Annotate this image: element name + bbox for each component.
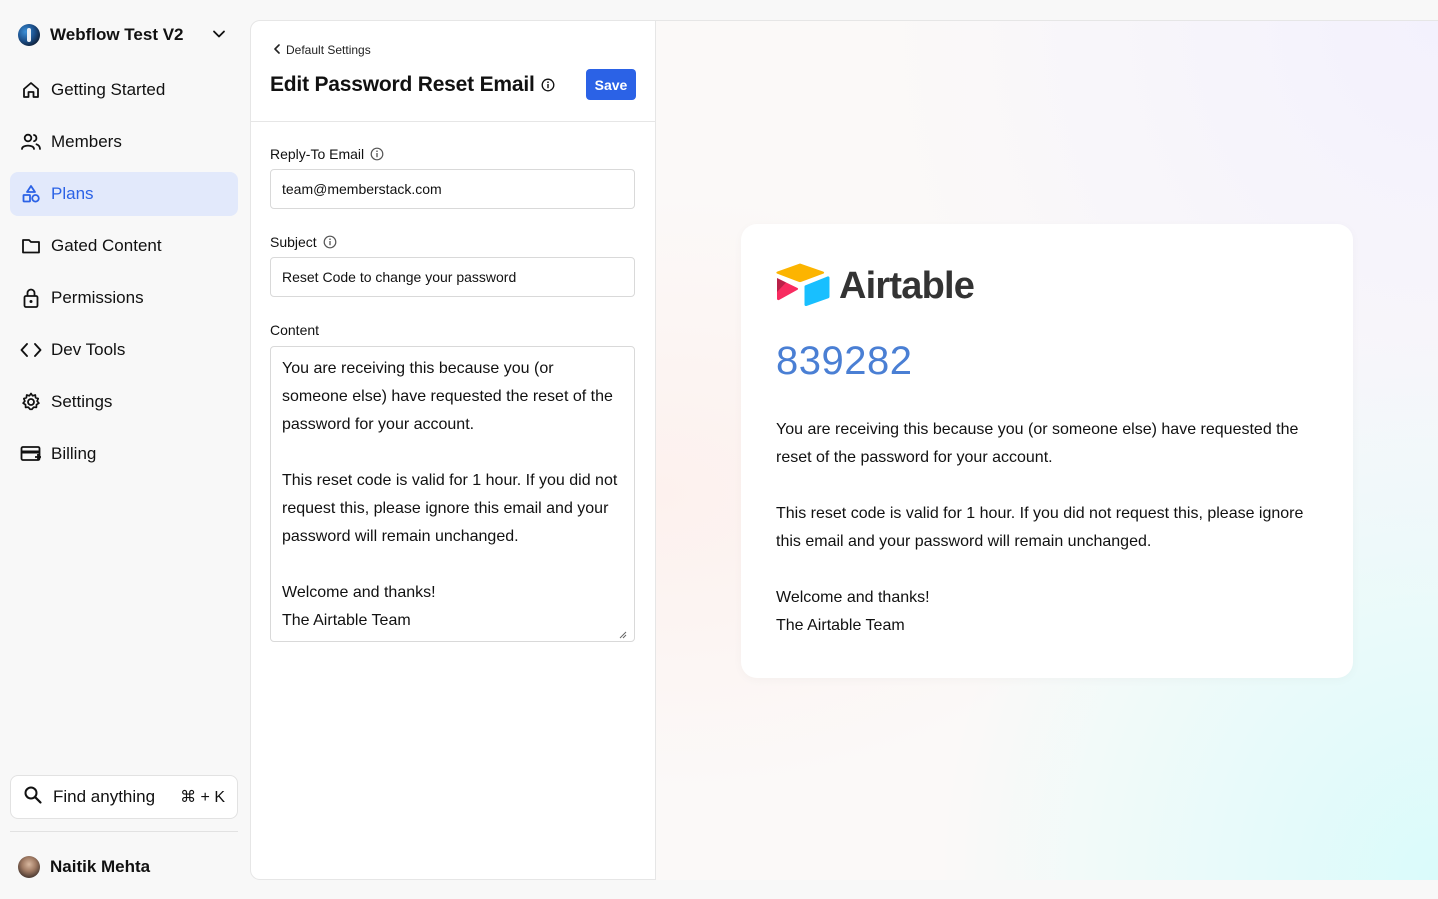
sidebar-item-plans[interactable]: Plans: [10, 172, 238, 216]
gear-icon: [20, 391, 42, 413]
search-icon: [23, 785, 43, 810]
back-link[interactable]: Default Settings: [273, 43, 371, 57]
search-label: Find anything: [53, 787, 156, 806]
sidebar-item-label: Gated Content: [51, 236, 162, 255]
sidebar-item-label: Dev Tools: [51, 340, 126, 359]
home-icon: [20, 79, 42, 101]
email-preview-card: Airtable 839282 You are receiving this b…: [741, 224, 1353, 678]
subject-label-text: Subject: [270, 234, 317, 250]
sidebar-item-label: Members: [51, 132, 122, 151]
sidebar-item-label: Plans: [51, 184, 94, 203]
email-preview-pane: Airtable 839282 You are receiving this b…: [656, 20, 1438, 880]
content-label: Content: [270, 322, 319, 338]
folder-icon: [20, 235, 42, 257]
content-textarea[interactable]: You are receiving this because you (or s…: [270, 346, 635, 642]
subject-label: Subject: [270, 234, 337, 250]
airtable-logo-icon: [776, 262, 830, 311]
code-icon: [20, 339, 42, 361]
find-anything-button[interactable]: Find anything ⌘ + K: [10, 775, 238, 819]
sidebar-item-label: Permissions: [51, 288, 144, 307]
reply-to-email-input[interactable]: [270, 169, 635, 209]
resize-handle-icon[interactable]: [619, 626, 627, 644]
content-label-text: Content: [270, 322, 320, 338]
user-name: Naitik Mehta: [50, 857, 151, 876]
brand-name: Airtable: [839, 265, 975, 307]
reply-to-label: Reply-To Email: [270, 146, 384, 162]
subject-input[interactable]: [270, 257, 635, 297]
page-title: Edit Password Reset Email: [270, 73, 535, 96]
save-button[interactable]: Save: [586, 69, 636, 100]
sidebar-item-members[interactable]: Members: [10, 120, 238, 164]
email-closing-line: Welcome and thanks!: [776, 589, 930, 606]
email-closing: Welcome and thanks! The Airtable Team: [776, 584, 1321, 640]
sidebar: Webflow Test V2 Getting Started Members …: [0, 0, 250, 899]
credit-card-icon: [20, 443, 42, 465]
sidebar-nav: Getting Started Members Plans Gated Cont…: [10, 68, 238, 484]
info-icon[interactable]: [323, 235, 337, 249]
workspace-logo-icon: [18, 24, 40, 46]
sidebar-item-label: Settings: [51, 392, 113, 411]
lock-icon: [20, 287, 42, 309]
page-title-row: Edit Password Reset Email: [270, 73, 555, 97]
workspace-switcher[interactable]: Webflow Test V2: [10, 14, 238, 56]
header-divider: [251, 121, 655, 122]
email-paragraph: This reset code is valid for 1 hour. If …: [776, 505, 1304, 550]
email-editor-panel: Default Settings Edit Password Reset Ema…: [250, 20, 656, 880]
chevron-down-icon: [212, 27, 226, 46]
email-body: You are receiving this because you (or s…: [776, 416, 1321, 640]
sidebar-item-label: Billing: [51, 444, 97, 463]
email-paragraph: You are receiving this because you (or s…: [776, 421, 1299, 466]
keyboard-shortcut: ⌘ + K: [180, 789, 225, 806]
back-link-label: Default Settings: [286, 43, 371, 57]
reply-to-label-text: Reply-To Email: [270, 146, 365, 162]
sidebar-item-billing[interactable]: Billing: [10, 432, 238, 476]
sidebar-item-gated-content[interactable]: Gated Content: [10, 224, 238, 268]
sidebar-item-dev-tools[interactable]: Dev Tools: [10, 328, 238, 372]
shapes-icon: [20, 183, 42, 205]
sidebar-item-settings[interactable]: Settings: [10, 380, 238, 424]
brand-logo: Airtable: [776, 262, 975, 311]
sidebar-divider: [10, 831, 238, 832]
info-icon[interactable]: [370, 147, 384, 161]
reset-code: 839282: [776, 339, 913, 383]
email-signature: The Airtable Team: [776, 617, 905, 634]
avatar: [18, 856, 40, 878]
workspace-name: Webflow Test V2: [50, 25, 184, 44]
sidebar-item-label: Getting Started: [51, 80, 166, 99]
users-icon: [20, 131, 42, 153]
chevron-left-icon: [273, 43, 281, 57]
info-icon[interactable]: [541, 78, 555, 92]
user-menu[interactable]: Naitik Mehta: [18, 854, 150, 880]
sidebar-item-getting-started[interactable]: Getting Started: [10, 68, 238, 112]
sidebar-item-permissions[interactable]: Permissions: [10, 276, 238, 320]
